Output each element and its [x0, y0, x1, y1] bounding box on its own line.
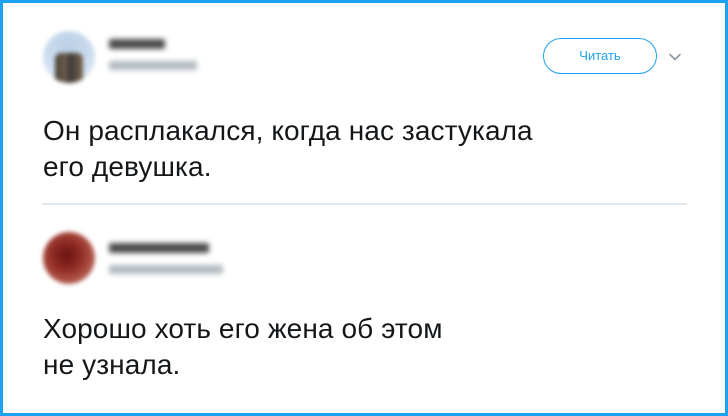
tweet-text: Хорошо хоть его жена об этом не узнала. — [43, 311, 443, 383]
follow-button[interactable]: Читать — [543, 38, 657, 74]
tweet-text: Он расплакался, когда нас застукала его д… — [43, 113, 533, 185]
chevron-down-icon[interactable] — [669, 53, 681, 61]
tweet-text-line: Он расплакался, когда нас застукала — [43, 115, 533, 146]
blurred-display-name[interactable] — [109, 39, 165, 49]
tweet-1: Читать Он расплакался, когда нас застука… — [3, 3, 725, 203]
tweet-text-line: не узнала. — [43, 349, 181, 380]
tweet-text-line: Хорошо хоть его жена об этом — [43, 313, 443, 344]
divider — [42, 203, 687, 205]
blurred-username[interactable] — [109, 265, 223, 274]
tweet-screenshot-frame: Читать Он расплакался, когда нас застука… — [0, 0, 728, 416]
avatar-figure — [55, 53, 83, 83]
tweet-2: Хорошо хоть его жена об этом не узнала. — [3, 206, 725, 413]
blurred-display-name[interactable] — [109, 243, 209, 253]
avatar[interactable] — [43, 232, 95, 284]
blurred-username[interactable] — [109, 61, 197, 70]
avatar[interactable] — [43, 31, 95, 83]
tweet-text-line: его девушка. — [43, 151, 212, 182]
